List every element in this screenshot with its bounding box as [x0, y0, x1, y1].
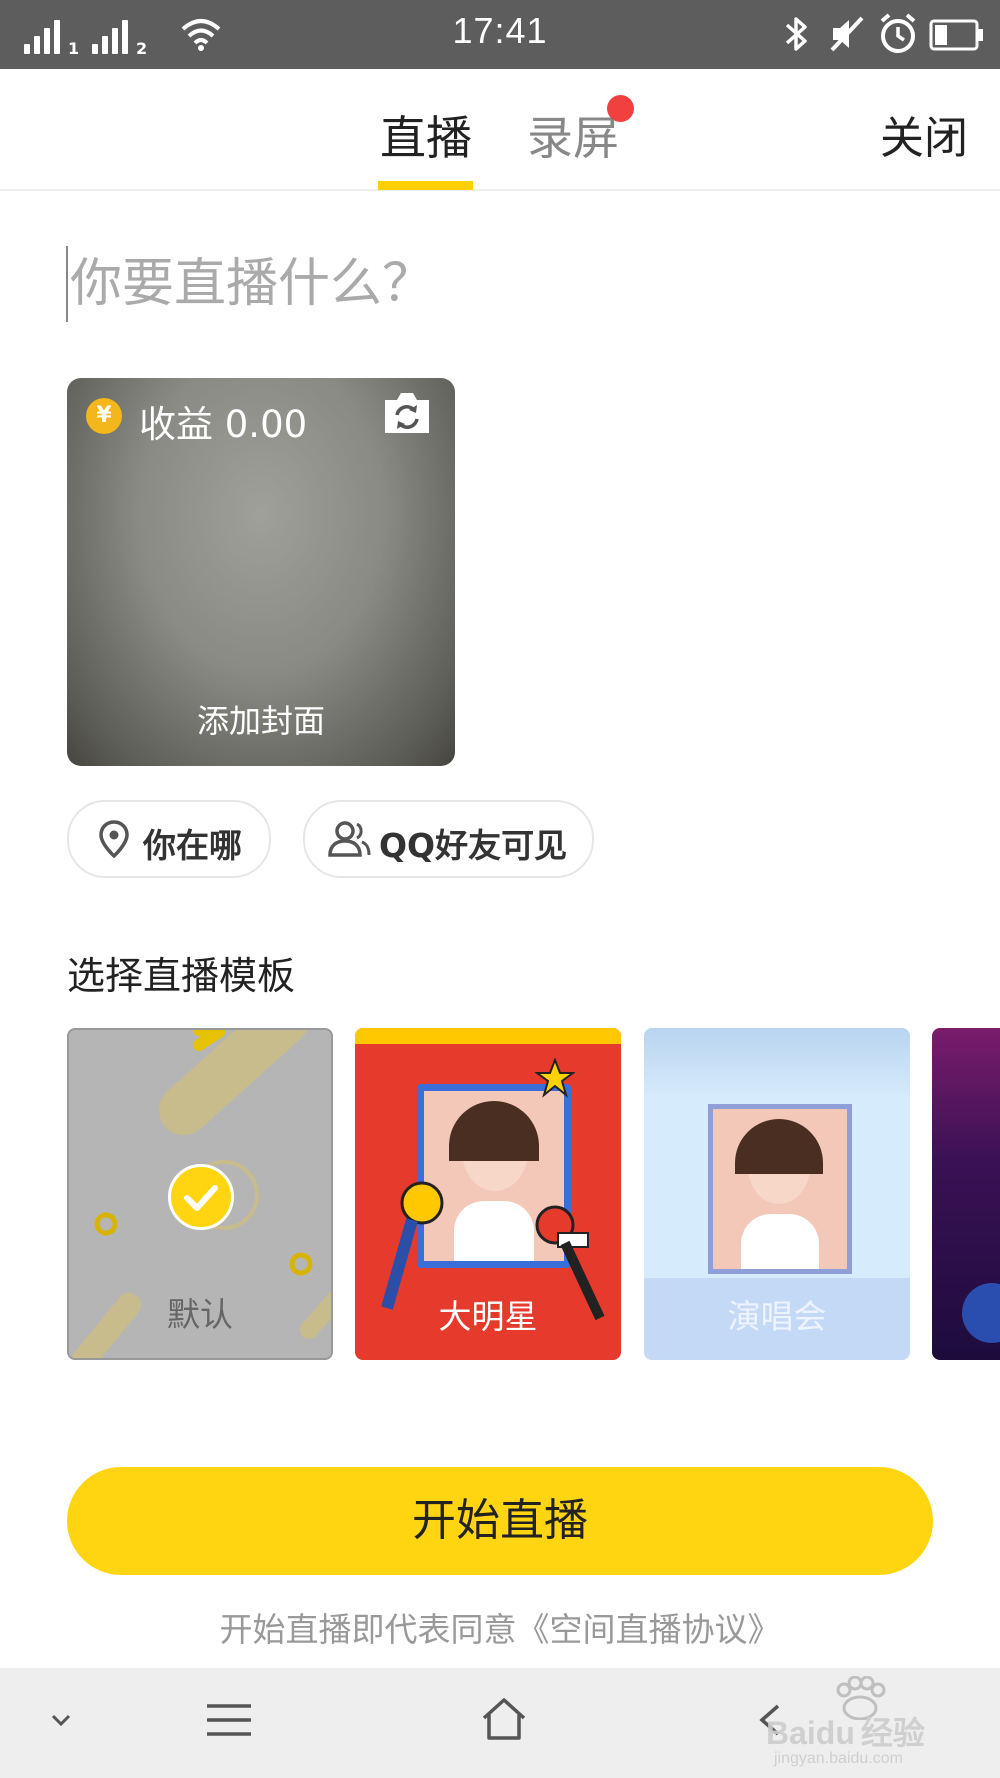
- tab-record[interactable]: 录屏: [527, 102, 619, 168]
- visibility-user-icon: [328, 821, 371, 857]
- visibility-label: QQ好友可见: [379, 826, 568, 865]
- top-tab-bar: 直播 录屏 关闭: [0, 69, 1000, 191]
- start-live-button[interactable]: 开始直播: [67, 1467, 933, 1575]
- star-icon: [535, 1058, 575, 1098]
- live-title-input[interactable]: 你要直播什么？: [66, 246, 434, 322]
- bluetooth-icon: [785, 17, 807, 51]
- agreement-link[interactable]: 开始直播即代表同意《空间直播协议》: [0, 1603, 1000, 1651]
- active-tab-indicator: [378, 181, 473, 190]
- add-cover-label: 添加封面: [196, 702, 325, 740]
- template-star[interactable]: 大明星: [355, 1028, 621, 1360]
- template-label: 大明星: [438, 1297, 538, 1336]
- status-bar: 1 2 17:41: [0, 0, 1000, 69]
- watermark-brand: Baidu: [766, 1715, 855, 1751]
- watermark-brand-cn: 经验: [860, 1715, 925, 1751]
- menu-icon[interactable]: [205, 1702, 253, 1738]
- template-section-title: 选择直播模板: [67, 954, 296, 998]
- template-label: 默认: [167, 1295, 233, 1334]
- alarm-icon: [880, 13, 916, 53]
- template-galaxy[interactable]: [932, 1028, 1000, 1360]
- notification-badge: [607, 95, 634, 122]
- close-button[interactable]: 关闭: [880, 102, 968, 166]
- switch-camera-icon[interactable]: [381, 390, 433, 436]
- location-chip[interactable]: 你在哪: [67, 800, 271, 878]
- home-icon[interactable]: [480, 1696, 528, 1742]
- concert-stage-lights: [644, 1028, 910, 1098]
- concert-photo-frame: [708, 1104, 852, 1274]
- battery-icon: [929, 19, 983, 51]
- coin-icon: ¥: [86, 398, 122, 434]
- template-label: 演唱会: [727, 1297, 827, 1336]
- location-label: 你在哪: [143, 826, 242, 865]
- template-concert[interactable]: 演唱会: [644, 1028, 910, 1360]
- earnings-label: 收益 0.00: [139, 403, 308, 446]
- template-default[interactable]: 默认: [67, 1028, 333, 1360]
- chevron-down-icon[interactable]: [50, 1712, 72, 1728]
- star-banner: [355, 1028, 621, 1044]
- tab-live[interactable]: 直播: [380, 102, 472, 168]
- watermark-url: jingyan.baidu.com: [774, 1750, 903, 1767]
- location-pin-icon: [99, 820, 129, 858]
- cover-image-picker[interactable]: ¥ 收益 0.00 添加封面: [67, 378, 455, 766]
- selected-check-icon: [168, 1164, 234, 1230]
- baidu-watermark: Baidu 经验 jingyan.baidu.com: [760, 1674, 970, 1774]
- visibility-chip[interactable]: QQ好友可见: [303, 800, 594, 878]
- galaxy-planet: [962, 1283, 1000, 1343]
- mute-icon: [830, 16, 864, 52]
